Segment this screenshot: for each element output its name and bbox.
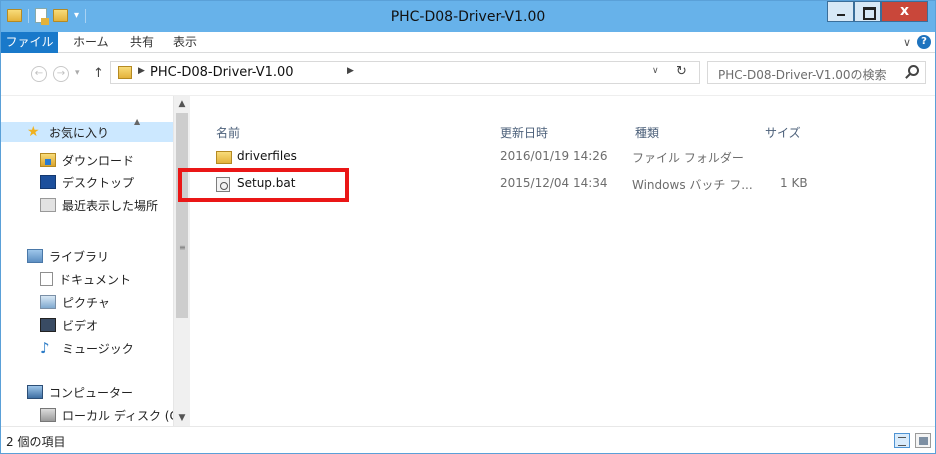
pictures-icon xyxy=(40,295,56,309)
library-icon xyxy=(27,249,43,263)
sidebar-item-label: 最近表示した場所 xyxy=(62,198,159,213)
column-header-size[interactable]: サイズ xyxy=(765,124,801,141)
details-view-icon[interactable] xyxy=(894,433,910,448)
breadcrumb-arrow-icon[interactable]: ▶ xyxy=(138,66,145,76)
folder-icon xyxy=(216,151,232,164)
search-input[interactable]: PHC-D08-Driver-V1.00の検索 xyxy=(707,61,926,84)
tab-file[interactable]: ファイル xyxy=(1,32,58,53)
sidebar-item-label: ピクチャ xyxy=(62,295,110,310)
sidebar-item-label: ドキュメント xyxy=(59,272,132,287)
tab-home[interactable]: ホーム xyxy=(73,32,109,53)
videos-icon xyxy=(40,318,56,332)
address-bar[interactable]: ▶ PHC-D08-Driver-V1.00 ▶ ∨ ↻ xyxy=(110,61,700,84)
breadcrumb-arrow-icon[interactable]: ▶ xyxy=(347,66,354,76)
back-button[interactable]: ← xyxy=(31,66,47,82)
file-type: ファイル フォルダー xyxy=(632,151,744,165)
help-icon[interactable]: ? xyxy=(917,35,931,49)
sidebar-scrollbar[interactable]: ▲ ≡ ▼ xyxy=(173,96,190,426)
expand-ribbon-icon[interactable]: ∨ xyxy=(903,36,911,49)
ribbon-tabs: ファイル ホーム 共有 表示 ∨ ? xyxy=(1,32,935,53)
computer-icon xyxy=(27,385,43,399)
tab-share[interactable]: 共有 xyxy=(130,32,154,53)
file-size: 1 KB xyxy=(780,176,808,190)
navigation-bar: ← → ▾ ↑ ▶ PHC-D08-Driver-V1.00 ▶ ∨ ↻ PHC… xyxy=(1,53,935,96)
sidebar-item-recent-places[interactable]: 最近表示した場所 xyxy=(1,195,173,215)
file-modified: 2016/01/19 14:26 xyxy=(500,149,608,163)
sort-ascending-icon: ▲ xyxy=(134,117,141,126)
address-history-icon[interactable]: ∨ xyxy=(652,66,659,76)
breadcrumb[interactable]: PHC-D08-Driver-V1.00 xyxy=(150,65,294,80)
file-name[interactable]: driverfiles xyxy=(237,149,297,163)
large-icons-view-icon[interactable] xyxy=(915,433,931,448)
sidebar-item-computer[interactable]: コンピューター xyxy=(1,382,133,402)
table-row[interactable]: driverfiles 2016/01/19 14:26 ファイル フォルダー xyxy=(190,147,935,167)
sidebar-item-music[interactable]: ♪ ミュージック xyxy=(1,338,134,358)
maximize-button[interactable] xyxy=(854,1,881,22)
recent-locations-icon[interactable]: ▾ xyxy=(75,68,80,78)
recent-places-icon xyxy=(40,198,56,212)
grip-icon: ≡ xyxy=(179,243,186,252)
sidebar-item-label: ミュージック xyxy=(62,341,134,356)
file-type: Windows バッチ フ... xyxy=(632,178,753,192)
highlight-annotation xyxy=(178,168,349,202)
window-title: PHC-D08-Driver-V1.00 xyxy=(390,9,546,25)
column-header-type[interactable]: 種類 xyxy=(635,124,659,141)
folder-icon xyxy=(118,66,132,79)
item-count: 2 個の項目 xyxy=(6,435,66,449)
sidebar-item-label: ローカル ディスク (C xyxy=(62,408,173,423)
scroll-down-icon[interactable]: ▼ xyxy=(174,410,190,426)
local-disk-icon xyxy=(40,408,56,422)
column-header-modified[interactable]: 更新日時 xyxy=(500,124,548,141)
documents-icon xyxy=(40,272,53,286)
tab-view[interactable]: 表示 xyxy=(173,32,197,53)
scrollbar-thumb[interactable]: ≡ xyxy=(176,113,188,318)
sidebar-item-label: ビデオ xyxy=(62,318,99,333)
status-bar: 2 個の項目 xyxy=(1,426,935,453)
sidebar-item-label: デスクトップ xyxy=(62,175,135,190)
sidebar-item-libraries[interactable]: ライブラリ xyxy=(1,246,109,266)
sidebar-item-label: コンピューター xyxy=(49,385,134,400)
sidebar-item-label: お気に入り xyxy=(49,125,110,140)
explorer-window: ▾ PHC-D08-Driver-V1.00 x ファイル ホーム 共有 表示 … xyxy=(0,0,936,454)
minimize-button[interactable] xyxy=(827,1,854,22)
title-bar[interactable]: ▾ PHC-D08-Driver-V1.00 x xyxy=(1,1,935,32)
navigation-pane: ★ お気に入り ダウンロード デスクトップ 最近表示した場所 ライブラリ ドキュ… xyxy=(1,96,189,426)
star-icon: ★ xyxy=(27,124,40,140)
refresh-icon[interactable]: ↻ xyxy=(676,64,687,79)
sidebar-item-desktop[interactable]: デスクトップ xyxy=(1,172,134,192)
file-list: 名前 更新日時 種類 サイズ xyxy=(190,96,935,426)
sidebar-item-favorites[interactable]: ★ お気に入り xyxy=(1,122,173,142)
search-placeholder: PHC-D08-Driver-V1.00の検索 xyxy=(718,68,887,82)
sidebar-item-videos[interactable]: ビデオ xyxy=(1,315,98,335)
column-header-name[interactable]: 名前 xyxy=(216,124,240,141)
music-icon: ♪ xyxy=(40,339,50,357)
up-button[interactable]: ↑ xyxy=(93,66,104,81)
ribbon-controls: ∨ ? xyxy=(903,35,931,49)
forward-button[interactable]: → xyxy=(53,66,69,82)
scroll-up-icon[interactable]: ▲ xyxy=(174,96,190,112)
sidebar-item-label: ダウンロード xyxy=(62,153,135,168)
sidebar-item-local-disk[interactable]: ローカル ディスク (C xyxy=(1,405,173,425)
sidebar-item-pictures[interactable]: ピクチャ xyxy=(1,292,110,312)
file-modified: 2015/12/04 14:34 xyxy=(500,176,608,190)
search-icon[interactable] xyxy=(908,65,919,76)
sidebar-item-downloads[interactable]: ダウンロード xyxy=(1,150,134,170)
desktop-icon xyxy=(40,175,56,189)
downloads-folder-icon xyxy=(40,153,56,167)
close-button[interactable]: x xyxy=(881,1,928,22)
sidebar-item-documents[interactable]: ドキュメント xyxy=(1,269,131,289)
sidebar-item-label: ライブラリ xyxy=(49,249,110,264)
